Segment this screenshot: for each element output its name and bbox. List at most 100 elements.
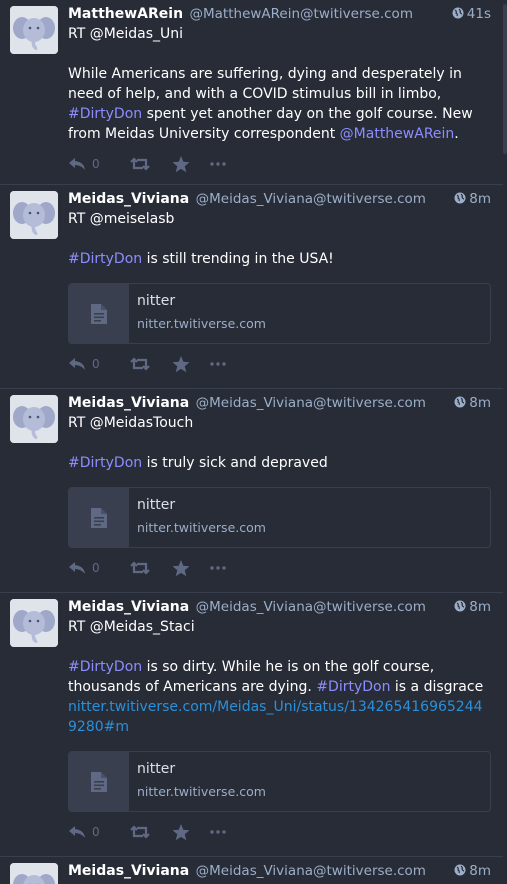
timestamp[interactable]: 8m xyxy=(450,189,491,209)
globe-icon xyxy=(454,600,466,612)
status-content: RT @MeidasTouch #DirtyDon is truly sick … xyxy=(68,413,491,473)
elephant-avatar-icon xyxy=(10,6,58,54)
hashtag-link[interactable]: #DirtyDon xyxy=(68,106,142,122)
display-name[interactable]: Meidas_Viviana xyxy=(68,599,189,615)
timeline: MatthewARein @MatthewARein@twitiverse.co… xyxy=(0,0,507,884)
reply-button[interactable]: 0 xyxy=(68,357,130,371)
account-handle[interactable]: @MatthewARein@twitiverse.com xyxy=(190,6,413,22)
globe-icon xyxy=(454,396,466,408)
status-item[interactable]: MatthewARein @MatthewARein@twitiverse.co… xyxy=(0,0,503,185)
timestamp[interactable]: 8m xyxy=(450,393,491,413)
card-thumbnail xyxy=(69,284,129,343)
boost-icon xyxy=(130,561,150,575)
timestamp[interactable]: 41s xyxy=(447,4,491,24)
timestamp-text: 8m xyxy=(469,863,491,879)
status-text: #DirtyDon is so dirty. While he is on th… xyxy=(68,657,491,737)
hashtag-link[interactable]: #DirtyDon xyxy=(68,251,142,267)
star-icon xyxy=(172,559,190,576)
text-segment: . xyxy=(454,126,459,142)
reply-button[interactable]: 0 xyxy=(68,825,130,839)
hashtag-link[interactable]: #DirtyDon xyxy=(68,659,142,675)
status-content: RT @Meidas_Uni While Americans are suffe… xyxy=(68,24,491,144)
boost-icon xyxy=(130,825,150,839)
avatar[interactable] xyxy=(10,599,58,647)
status-header: MatthewARein @MatthewARein@twitiverse.co… xyxy=(68,4,491,24)
more-button[interactable] xyxy=(210,162,240,166)
boost-button[interactable] xyxy=(130,825,172,839)
avatar[interactable] xyxy=(10,6,58,54)
avatar[interactable] xyxy=(10,863,58,884)
reply-icon xyxy=(69,358,85,370)
display-name[interactable]: Meidas_Viviana xyxy=(68,863,189,879)
reply-count: 0 xyxy=(92,561,100,575)
card-host: nitter.twitiverse.com xyxy=(137,520,266,535)
account-handle[interactable]: @Meidas_Viviana@twitiverse.com xyxy=(196,599,426,615)
reply-button[interactable]: 0 xyxy=(68,561,130,575)
reply-count: 0 xyxy=(92,357,100,371)
more-button[interactable] xyxy=(210,566,240,570)
globe-icon xyxy=(454,864,466,876)
boost-button[interactable] xyxy=(130,357,172,371)
card-host: nitter.twitiverse.com xyxy=(137,316,266,331)
retweet-line: RT @meiselasb xyxy=(68,211,175,227)
action-bar: 0 xyxy=(68,812,491,852)
text-segment: While Americans are suffering, dying and… xyxy=(68,66,462,102)
favourite-button[interactable] xyxy=(172,355,210,373)
mention-link[interactable]: @MatthewARein xyxy=(340,126,455,142)
timestamp-text: 41s xyxy=(466,6,491,22)
scrollbar-thumb[interactable] xyxy=(503,4,507,154)
scrollbar[interactable] xyxy=(503,0,507,884)
card-text: nitter nitter.twitiverse.com xyxy=(129,284,274,343)
ellipsis-icon xyxy=(210,566,226,570)
favourite-button[interactable] xyxy=(172,559,210,577)
avatar[interactable] xyxy=(10,191,58,239)
globe-icon xyxy=(454,192,466,204)
account-handle[interactable]: @Meidas_Viviana@twitiverse.com xyxy=(196,395,426,411)
boost-button[interactable] xyxy=(130,157,172,171)
status-item[interactable]: Meidas_Viviana @Meidas_Viviana@twitivers… xyxy=(0,185,503,389)
favourite-button[interactable] xyxy=(172,155,210,173)
card-thumbnail xyxy=(69,752,129,811)
timestamp[interactable]: 8m xyxy=(450,861,491,881)
text-segment: is truly sick and depraved xyxy=(142,455,328,471)
reply-count: 0 xyxy=(92,825,100,839)
display-name[interactable]: MatthewARein xyxy=(68,6,183,22)
document-icon xyxy=(91,303,107,324)
boost-icon xyxy=(130,157,150,171)
link-card[interactable]: nitter nitter.twitiverse.com xyxy=(68,487,491,548)
card-title: nitter xyxy=(137,761,176,777)
display-name[interactable]: Meidas_Viviana xyxy=(68,191,189,207)
card-title: nitter xyxy=(137,293,176,309)
more-button[interactable] xyxy=(210,830,240,834)
status-header: Meidas_Viviana @Meidas_Viviana@twitivers… xyxy=(68,393,491,413)
elephant-avatar-icon xyxy=(10,191,58,239)
link-card[interactable]: nitter nitter.twitiverse.com xyxy=(68,751,491,812)
status-text: #DirtyDon is truly sick and depraved xyxy=(68,453,491,473)
boost-icon xyxy=(130,357,150,371)
favourite-button[interactable] xyxy=(172,823,210,841)
account-handle[interactable]: @Meidas_Viviana@twitiverse.com xyxy=(196,863,426,879)
boost-button[interactable] xyxy=(130,561,172,575)
ellipsis-icon xyxy=(210,362,226,366)
hashtag-link[interactable]: #DirtyDon xyxy=(316,679,390,695)
ellipsis-icon xyxy=(210,162,226,166)
retweet-line: RT @Meidas_Staci xyxy=(68,619,195,635)
link-card[interactable]: nitter nitter.twitiverse.com xyxy=(68,283,491,344)
status-item[interactable]: Meidas_Viviana @Meidas_Viviana@twitivers… xyxy=(0,593,503,857)
text-segment: is still trending in the USA! xyxy=(142,251,334,267)
text-segment: is a disgrace xyxy=(390,679,484,695)
hashtag-link[interactable]: #DirtyDon xyxy=(68,455,142,471)
reply-button[interactable]: 0 xyxy=(68,157,130,171)
reply-count: 0 xyxy=(92,157,100,171)
star-icon xyxy=(172,155,190,172)
status-url-link[interactable]: nitter.twitiverse.com/Meidas_Uni/status/… xyxy=(68,699,483,735)
display-name[interactable]: Meidas_Viviana xyxy=(68,395,189,411)
avatar[interactable] xyxy=(10,395,58,443)
more-button[interactable] xyxy=(210,362,240,366)
status-item[interactable]: Meidas_Viviana @Meidas_Viviana@twitivers… xyxy=(0,389,503,593)
account-handle[interactable]: @Meidas_Viviana@twitiverse.com xyxy=(196,191,426,207)
card-host: nitter.twitiverse.com xyxy=(137,784,266,799)
timestamp-text: 8m xyxy=(469,599,491,615)
status-item[interactable]: Meidas_Viviana @Meidas_Viviana@twitivers… xyxy=(0,857,503,884)
timestamp[interactable]: 8m xyxy=(450,597,491,617)
